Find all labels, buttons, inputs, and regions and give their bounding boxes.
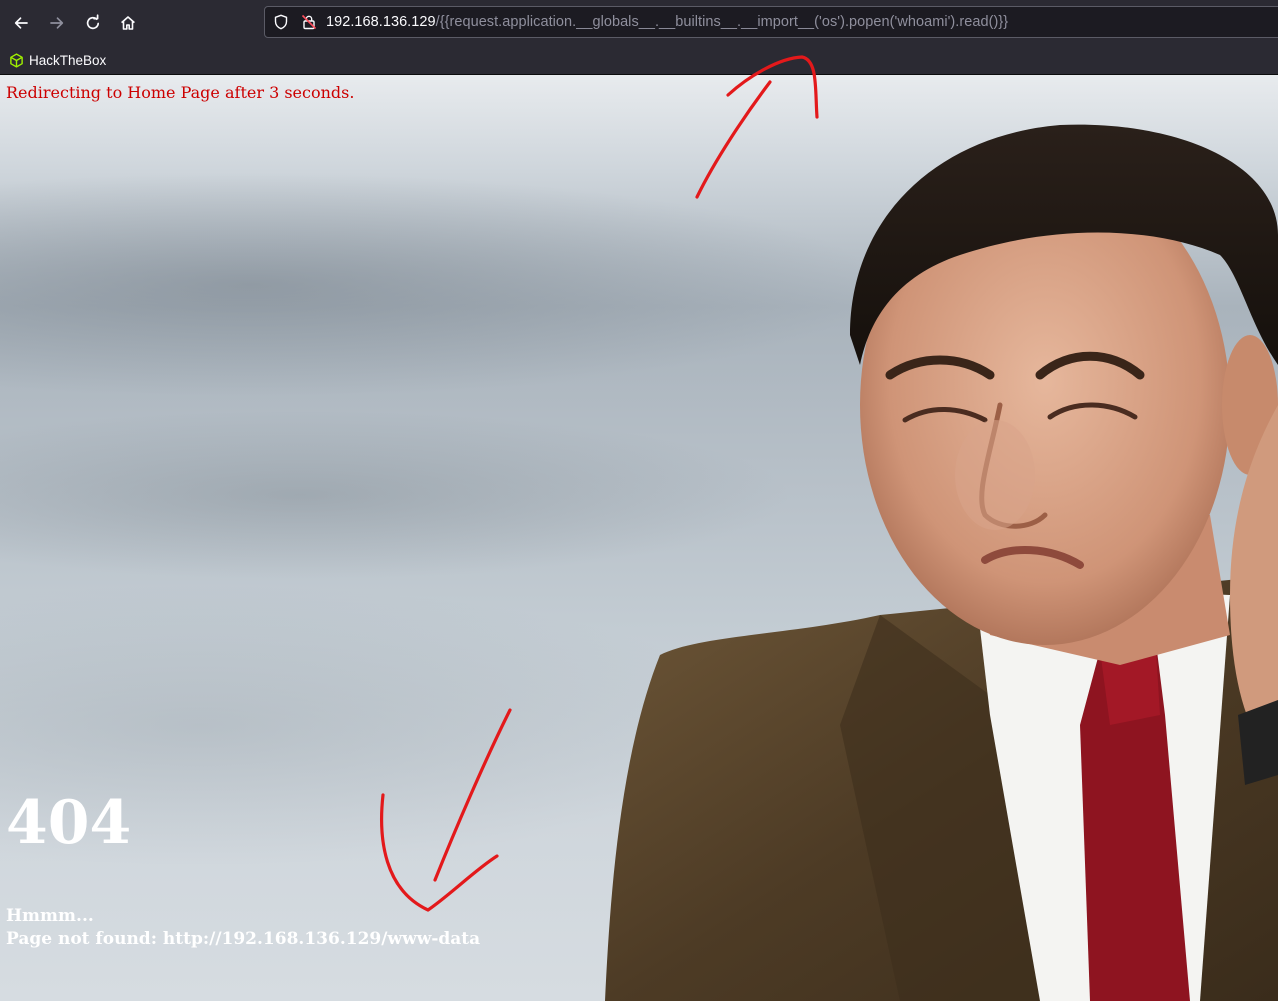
error-code: 404	[6, 788, 132, 858]
forward-button[interactable]	[43, 9, 71, 37]
url-text[interactable]: 192.168.136.129/{{request.application.__…	[326, 14, 1008, 30]
insecure-lock-icon[interactable]	[301, 14, 317, 30]
back-button[interactable]	[7, 9, 35, 37]
reload-button[interactable]	[79, 9, 107, 37]
home-icon	[121, 16, 135, 30]
back-arrow-icon	[14, 17, 28, 29]
bookmark-label: HackTheBox	[29, 52, 107, 68]
browser-toolbar: 192.168.136.129/{{request.application.__…	[0, 0, 1278, 46]
url-path: /{{request.application.__globals__.__bui…	[435, 14, 1009, 30]
error-message: Hmmm... Page not found: http://192.168.1…	[6, 905, 491, 951]
error-page: Redirecting to Home Page after 3 seconds…	[0, 75, 1278, 1001]
forward-arrow-icon	[50, 17, 64, 29]
hackthebox-cube-icon	[10, 52, 23, 68]
reload-icon	[86, 14, 100, 30]
url-bar[interactable]: 192.168.136.129/{{request.application.__…	[264, 6, 1278, 38]
url-host: 192.168.136.129	[326, 14, 436, 30]
bookmark-hackthebox[interactable]: HackTheBox	[9, 50, 106, 70]
bookmarks-toolbar: HackTheBox	[0, 46, 1278, 75]
redirect-notice: Redirecting to Home Page after 3 seconds…	[6, 83, 355, 102]
background-photo	[605, 124, 1278, 1001]
error-message-line1: Hmmm...	[6, 906, 94, 926]
home-button[interactable]	[114, 9, 142, 37]
error-message-line2: Page not found: http://192.168.136.129/w…	[6, 929, 481, 949]
shield-icon[interactable]	[273, 14, 289, 30]
